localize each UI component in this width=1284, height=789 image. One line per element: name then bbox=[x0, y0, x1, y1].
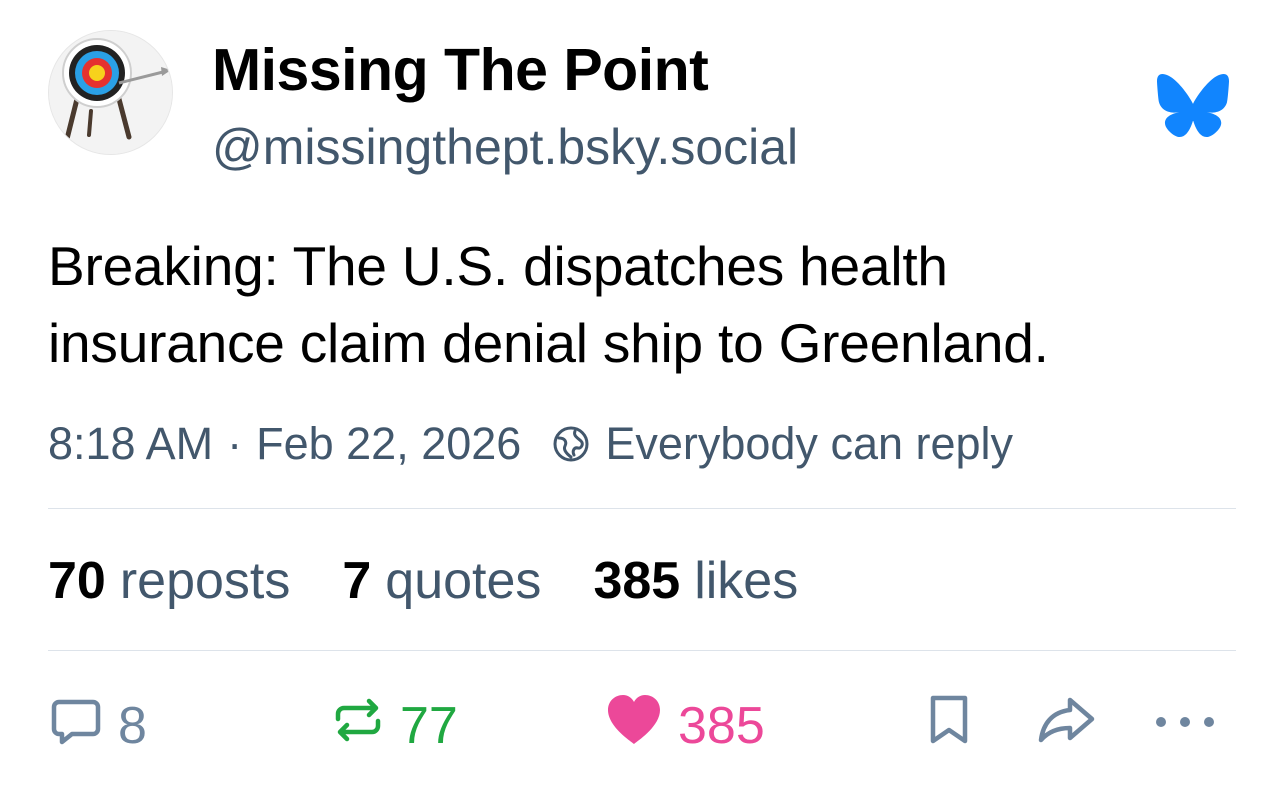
bookmark-icon bbox=[925, 692, 973, 761]
quotes-stat[interactable]: 7 quotes bbox=[342, 551, 541, 611]
more-icon bbox=[1152, 692, 1218, 761]
author-display-name[interactable]: Missing The Point bbox=[212, 34, 709, 106]
reply-setting-label: Everybody can reply bbox=[605, 418, 1014, 469]
likes-count: 385 bbox=[593, 552, 681, 610]
reply-icon bbox=[48, 692, 104, 761]
repost-count: 77 bbox=[400, 697, 458, 755]
likes-label: likes bbox=[694, 552, 799, 610]
likes-stat[interactable]: 385 likes bbox=[593, 551, 798, 611]
repost-button[interactable]: 77 bbox=[330, 690, 458, 762]
quotes-count: 7 bbox=[342, 552, 372, 610]
repost-icon bbox=[330, 692, 386, 761]
share-icon bbox=[1036, 692, 1098, 761]
reposts-count: 70 bbox=[48, 552, 106, 610]
author-handle[interactable]: @missingthept.bsky.social bbox=[212, 114, 798, 180]
reposts-stat[interactable]: 70 reposts bbox=[48, 551, 290, 611]
reposts-label: reposts bbox=[119, 552, 291, 610]
post-actions-bar: 8 77 385 bbox=[0, 690, 1284, 762]
like-count: 385 bbox=[678, 697, 765, 755]
heart-icon bbox=[604, 692, 664, 761]
divider bbox=[48, 650, 1236, 651]
reply-button[interactable]: 8 bbox=[48, 690, 147, 762]
post-date[interactable]: Feb 22, 2026 bbox=[256, 418, 521, 470]
post-meta: 8:18 AM · Feb 22, 2026 Everybody can rep… bbox=[48, 412, 1013, 476]
reply-count: 8 bbox=[118, 697, 147, 755]
avatar[interactable] bbox=[48, 30, 173, 155]
bluesky-butterfly-icon bbox=[1157, 74, 1229, 143]
post-text: Breaking: The U.S. dispatches health ins… bbox=[48, 228, 1248, 382]
archery-target-icon bbox=[49, 31, 172, 154]
share-button[interactable] bbox=[1036, 690, 1098, 762]
quotes-label: quotes bbox=[385, 552, 542, 610]
like-button[interactable]: 385 bbox=[604, 690, 765, 762]
engagement-stats: 70 reposts 7 quotes 385 likes bbox=[48, 545, 798, 617]
post-text-line: Breaking: The U.S. dispatches health bbox=[48, 235, 948, 297]
post-time[interactable]: 8:18 AM bbox=[48, 418, 213, 470]
post-text-line: insurance claim denial ship to Greenland… bbox=[48, 312, 1049, 374]
divider bbox=[48, 508, 1236, 509]
more-options-button[interactable] bbox=[1152, 690, 1218, 762]
globe-icon bbox=[551, 424, 591, 464]
meta-separator: · bbox=[227, 418, 243, 469]
bookmark-button[interactable] bbox=[925, 690, 973, 762]
